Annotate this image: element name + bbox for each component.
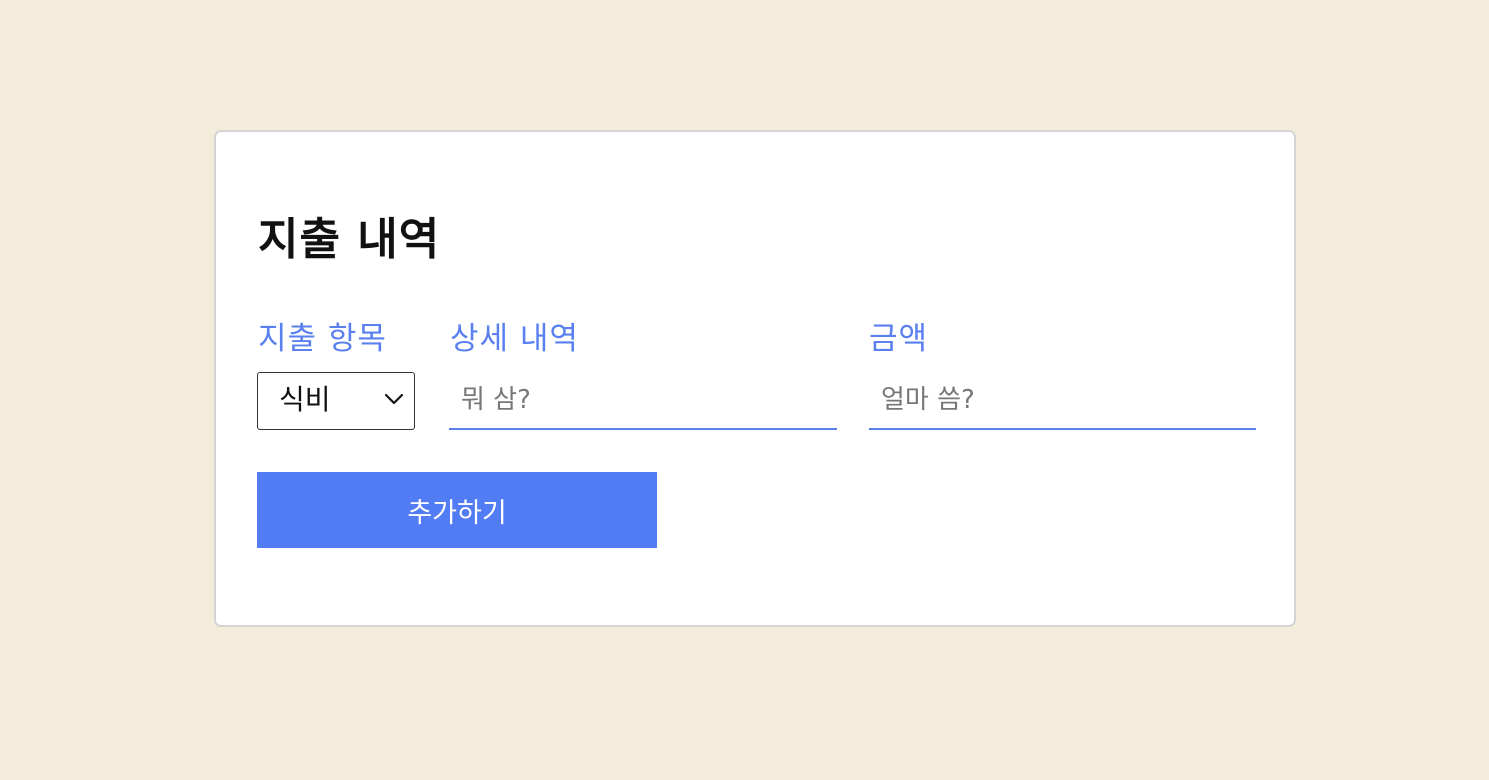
detail-label: 상세 내역 (450, 321, 579, 357)
detail-input[interactable] (449, 372, 837, 430)
amount-input[interactable] (869, 372, 1256, 430)
chevron-down-icon (384, 393, 404, 405)
category-select[interactable]: 식비 (257, 372, 415, 430)
amount-label: 금액 (869, 321, 929, 357)
expense-form-card: 지출 내역 지출 항목 상세 내역 금액 식비 추가하기 (214, 130, 1296, 627)
add-button[interactable]: 추가하기 (257, 472, 657, 548)
category-select-value: 식비 (279, 383, 331, 416)
page-title: 지출 내역 (258, 214, 441, 265)
category-label: 지출 항목 (258, 321, 387, 357)
